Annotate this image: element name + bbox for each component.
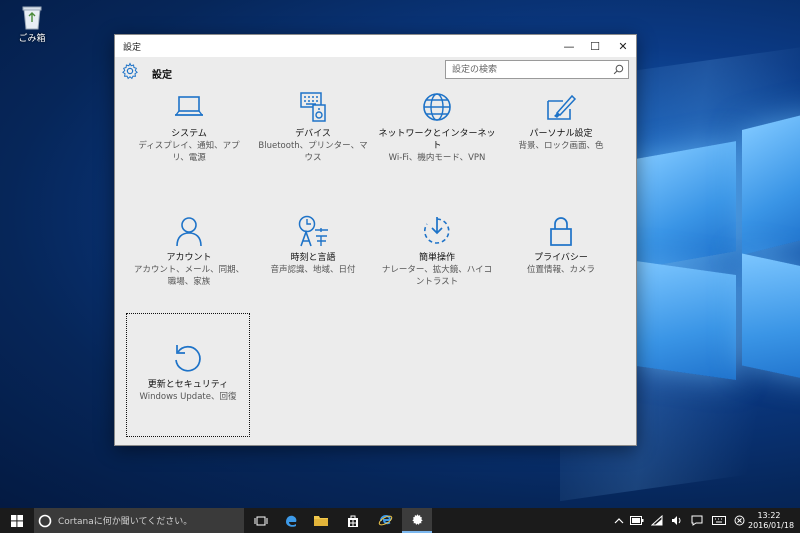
recycle-bin-icon [22,6,42,30]
network-button[interactable] [648,508,666,533]
tile-title: パーソナル設定 [529,129,593,139]
search-input[interactable] [446,61,606,78]
edge-button[interactable] [276,508,306,533]
ime-button[interactable] [730,508,748,533]
search-box[interactable] [445,60,629,79]
show-hidden-icons-button[interactable] [610,508,628,533]
close-button[interactable]: ✕ [609,35,637,57]
tile-description: アカウント、メール、同期、職場、家族 [133,265,245,287]
file-explorer-button[interactable] [306,508,336,533]
tile-description: Windows Update、回復 [139,392,237,402]
cortana-search-box[interactable]: Cortanaに何か聞いてください。 [34,508,244,533]
gear-icon [411,514,423,525]
chevron-up-icon [614,517,624,523]
keyboard-speaker-icon [251,91,375,125]
internet-explorer-button[interactable] [370,508,400,533]
clock-language-icon [251,215,375,249]
tile-privacy[interactable]: プライバシー 位置情報、カメラ [499,215,623,276]
ime-icon [734,515,744,526]
clock[interactable]: 13:22 2016/01/18 [748,511,795,531]
task-view-icon [254,516,268,525]
task-view-button[interactable] [246,508,276,533]
minimize-button[interactable]: — [555,35,583,57]
ease-of-access-icon [375,215,499,249]
tile-accounts[interactable]: アカウント アカウント、メール、同期、職場、家族 [127,215,251,288]
search-icon[interactable] [613,64,624,75]
speaker-icon [672,516,681,525]
tile-system[interactable]: システム ディスプレイ、通知、アプリ、電源 [127,91,251,164]
wallpaper-logo-pane [636,260,736,381]
clock-time: 13:22 [757,511,781,520]
gear-icon [122,62,138,80]
tile-title: ネットワークとインターネット [378,129,496,151]
tile-personalization[interactable]: パーソナル設定 背景、ロック画面、色 [499,91,623,152]
tile-title: システム [171,129,207,139]
tile-time-language[interactable]: 時刻と言語 音声認識、地域、日付 [251,215,375,276]
tile-title: 簡単操作 [418,253,455,263]
tile-title: 時刻と言語 [290,253,336,263]
recycle-bin[interactable]: ごみ箱 [14,4,50,44]
action-center-button[interactable] [688,508,706,533]
windows-logo-icon [11,514,23,527]
battery-icon [630,516,644,525]
wallpaper-logo-pane [742,110,800,255]
tile-title: 更新とセキュリティ [147,380,229,390]
tile-description: 背景、ロック画面、色 [518,141,604,151]
wifi-icon [651,515,663,526]
cortana-placeholder: Cortanaに何か聞いてください。 [58,517,193,527]
settings-window: 設定 — ☐ ✕ 設定 システム ディスプレイ、通知、アプリ、電源 [114,34,637,446]
page-title: 設定 [152,70,172,81]
tile-description: 位置情報、カメラ [526,265,595,275]
keyboard-icon [712,516,726,525]
tile-description: ナレーター、拡大鏡、ハイコントラスト [381,265,493,287]
tile-description: 音声認識、地域、日付 [270,265,356,275]
tile-network[interactable]: ネットワークとインターネット Wi-Fi、機内モード、VPN [375,91,499,164]
wallpaper-logo-pane [742,253,800,383]
tile-title: プライバシー [534,253,588,263]
tile-description: Wi-Fi、機内モード、VPN [388,153,486,163]
volume-button[interactable] [668,508,686,533]
paint-brush-icon [499,91,623,125]
window-titlebar[interactable]: 設定 — ☐ ✕ [115,35,636,57]
tile-ease-of-access[interactable]: 簡単操作 ナレーター、拡大鏡、ハイコントラスト [375,215,499,288]
tile-title: デバイス [295,129,331,139]
tile-description: ディスプレイ、通知、アプリ、電源 [138,141,240,163]
tile-title: アカウント [166,253,212,263]
tile-description: Bluetooth、プリンター、マウス [258,141,368,163]
laptop-icon [127,91,251,125]
settings-taskbar-button[interactable] [402,508,432,533]
globe-icon [375,91,499,125]
maximize-button[interactable]: ☐ [581,35,609,57]
lock-icon [499,215,623,249]
internet-explorer-icon [378,514,392,526]
edge-icon [286,515,297,527]
person-icon [127,215,251,249]
store-button[interactable] [338,508,368,533]
start-button[interactable] [0,508,34,533]
clock-date: 2016/01/18 [748,521,795,530]
tile-update-security[interactable]: 更新とセキュリティ Windows Update、回復 [126,313,250,437]
wallpaper-logo-pane [636,141,736,269]
recycle-bin-label: ごみ箱 [18,34,46,44]
store-icon [348,515,358,527]
folder-icon [314,516,328,526]
keyboard-button[interactable] [710,508,728,533]
cortana-icon [38,514,52,527]
settings-header: 設定 [115,57,636,87]
refresh-icon [127,342,249,376]
battery-button[interactable] [628,508,646,533]
message-icon [691,515,703,526]
window-title: 設定 [123,43,142,53]
tile-devices[interactable]: デバイス Bluetooth、プリンター、マウス [251,91,375,164]
taskbar: Cortanaに何か聞いてください。 13:22 2016/01/18 [0,508,800,533]
